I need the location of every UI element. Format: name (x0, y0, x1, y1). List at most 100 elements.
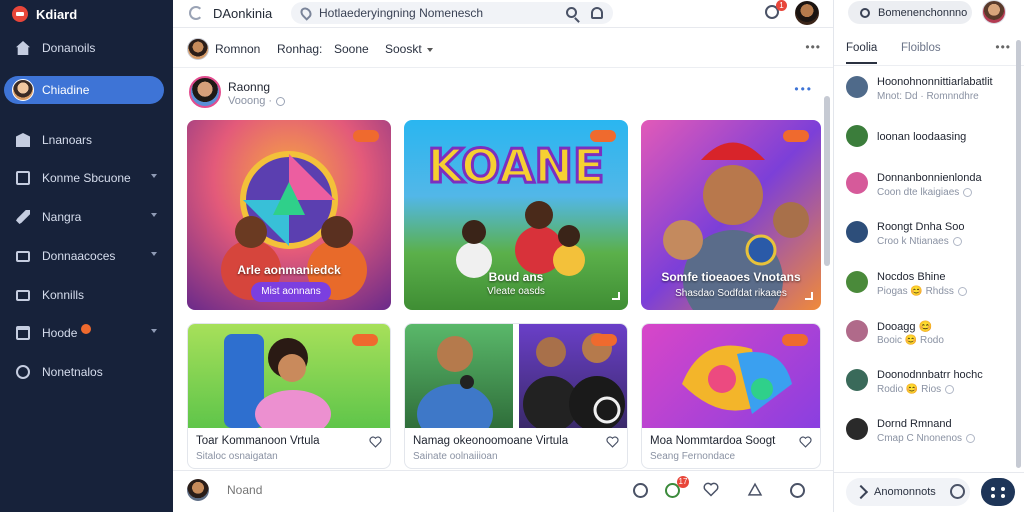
sidebar-item-sources[interactable]: Konme Sbcuone (0, 163, 173, 193)
emoji-icon[interactable] (950, 484, 965, 499)
contact-item[interactable]: Dornd Rmnand Cmap C Nnonenos (834, 412, 1014, 452)
more-options-icon[interactable]: ••• (995, 40, 1011, 54)
scrollbar-thumb[interactable] (1016, 40, 1021, 468)
search-icon[interactable] (566, 7, 577, 18)
more-options-icon[interactable]: ••• (805, 40, 821, 54)
sidebar-item-mail[interactable]: Konnills (0, 280, 173, 310)
search-input[interactable] (319, 6, 559, 20)
sidebar-item-stores[interactable]: Lnanoars (0, 125, 173, 155)
contact-status: Mnot: Dd · Romnndhre (877, 91, 979, 102)
chevron-down-icon[interactable] (151, 252, 157, 256)
contact-item[interactable]: Hoonohnonnittiarlabatlit Mnot: Dd · Romn… (834, 70, 1014, 110)
heart-icon[interactable] (703, 482, 719, 497)
content-card[interactable]: Namag okeonoomoane Virtula Sainate oolna… (404, 323, 628, 469)
heart-icon[interactable] (799, 436, 812, 448)
back-icon[interactable] (189, 6, 203, 20)
sidebar-item-label: Donanoils (42, 41, 96, 55)
expand-icon[interactable] (805, 292, 813, 300)
sidebar-item-home[interactable]: Donanoils (0, 33, 173, 63)
user-icon[interactable] (591, 7, 603, 19)
chevron-down-icon[interactable] (151, 329, 157, 333)
more-options-icon[interactable] (790, 483, 805, 498)
contact-item[interactable]: Doonodnnbatrr hochc Rodio 😊 Rios (834, 363, 1014, 403)
contact-avatar (846, 172, 868, 194)
avatar[interactable] (187, 479, 209, 501)
avatar[interactable] (795, 1, 819, 25)
app-logo-icon (12, 6, 28, 22)
top-bar: DAonkinia 1 (173, 0, 833, 28)
more-options-icon[interactable]: ••• (794, 82, 813, 96)
announcements-label: Anomonnots (874, 486, 936, 498)
contact-status-text: Coon dte lkaigiaes (877, 187, 960, 198)
card-image (642, 324, 820, 428)
filter-tab-ranking[interactable]: Ronhag: (277, 42, 322, 56)
brand[interactable]: Kdiard (0, 0, 173, 28)
home-icon (16, 41, 30, 55)
expand-icon[interactable] (612, 292, 620, 300)
svg-text:KOANE: KOANE (428, 139, 605, 193)
chevron-down-icon[interactable] (151, 213, 157, 217)
filter-bar: Romnon Ronhag: Soone Sooskt ••• (173, 30, 833, 68)
comment-input[interactable] (215, 478, 615, 502)
contact-status-text: Croo k Ntianaes (877, 236, 949, 247)
contact-item[interactable]: Nocdos Bhine Piogas 😊 Rhdss (834, 265, 1014, 305)
emoji-icon[interactable] (633, 483, 648, 498)
contact-item[interactable]: Donnanbonnienlonda Coon dte lkaigiaes (834, 166, 1014, 206)
contact-item[interactable]: Dooagg 😊 Booic 😊 Rodo (834, 314, 1014, 354)
filter-tab-recent[interactable]: Romnon (215, 42, 260, 56)
sidebar-item-media[interactable]: Donnaacoces (0, 241, 173, 271)
content-card[interactable]: Moa Nommtardoa Soogt Seang Fernondace (641, 323, 821, 469)
post-author-avatar[interactable] (189, 76, 221, 108)
contact-status: Booic 😊 Rodo (877, 335, 944, 346)
card-title: Toar Kommanoon Vrtula (196, 435, 320, 447)
avatar[interactable] (982, 0, 1006, 24)
post-author[interactable]: Raonng (228, 80, 270, 94)
calendar-icon (16, 326, 30, 340)
avatar[interactable] (187, 38, 209, 60)
contact-item[interactable]: loonan loodaasing (834, 121, 1014, 161)
featured-card[interactable]: KOANE Boud ans Vleate oasds (404, 120, 628, 310)
sidebar-item-profile[interactable]: Chiadine (4, 76, 164, 104)
chat-icon[interactable] (981, 478, 1015, 506)
contacts-search[interactable]: Bomenenchonnno (848, 1, 972, 24)
featured-card[interactable]: Somfe tioeaoes Vnotans Shasdao Sodfdat r… (641, 120, 821, 310)
badge-tag (591, 334, 617, 346)
sidebar-item-calendar[interactable]: Hoode (0, 318, 173, 348)
heart-icon[interactable] (606, 436, 619, 448)
contact-name: Hoonohnonnittiarlabatlit (877, 76, 993, 88)
sidebar-item-history[interactable]: Nonetnalos (0, 357, 173, 387)
card-title: Namag okeonoomoane Virtula (413, 435, 569, 447)
featured-card[interactable]: Arle aonmaniedck Mist aonnans (187, 120, 391, 310)
contact-name: Donnanbonnienlonda (877, 172, 982, 184)
notification-dot (81, 324, 92, 334)
contact-status: Piogas 😊 Rhdss (877, 286, 967, 297)
clock-icon (16, 365, 30, 379)
sidebar-item-tools[interactable]: Nangra (0, 202, 173, 232)
search-icon (860, 7, 870, 18)
content-card[interactable]: Toar Kommanoon Vrtula Sitaloc osnaigatan (187, 323, 391, 469)
contact-name: Dooagg 😊 (877, 321, 933, 333)
sidebar-item-label: Hoode (42, 326, 78, 340)
chevron-down-icon[interactable] (151, 174, 157, 178)
tv-icon (16, 250, 30, 262)
sidebar-item-label: Konnills (42, 288, 85, 302)
scrollbar-thumb[interactable] (824, 96, 830, 266)
sidebar-item-label: Nonetnalos (42, 365, 103, 379)
contact-item[interactable]: Roongt Dnha Soo Croo k Ntianaes (834, 215, 1014, 255)
contact-avatar (846, 369, 868, 391)
scrollbar[interactable] (824, 96, 830, 456)
send-icon (853, 484, 869, 500)
filter-tab-scene[interactable]: Soone (334, 42, 369, 56)
search-bar[interactable] (291, 2, 613, 24)
heart-icon[interactable] (369, 436, 382, 448)
contacts-search-label: Bomenenchonnno (878, 6, 968, 19)
tab-followers[interactable]: Floiblos (901, 42, 941, 54)
contact-avatar (846, 76, 868, 98)
share-icon[interactable] (747, 482, 763, 497)
filter-tab-sort[interactable]: Sooskt (385, 42, 433, 56)
location-pin-icon (298, 5, 314, 21)
contact-status-text: Cmap C Nnonenos (877, 433, 963, 444)
card-subtitle: Vleate oasds (487, 286, 545, 297)
tab-following[interactable]: Foolia (846, 42, 878, 64)
card-action-button[interactable]: Mist aonnans (251, 282, 331, 302)
